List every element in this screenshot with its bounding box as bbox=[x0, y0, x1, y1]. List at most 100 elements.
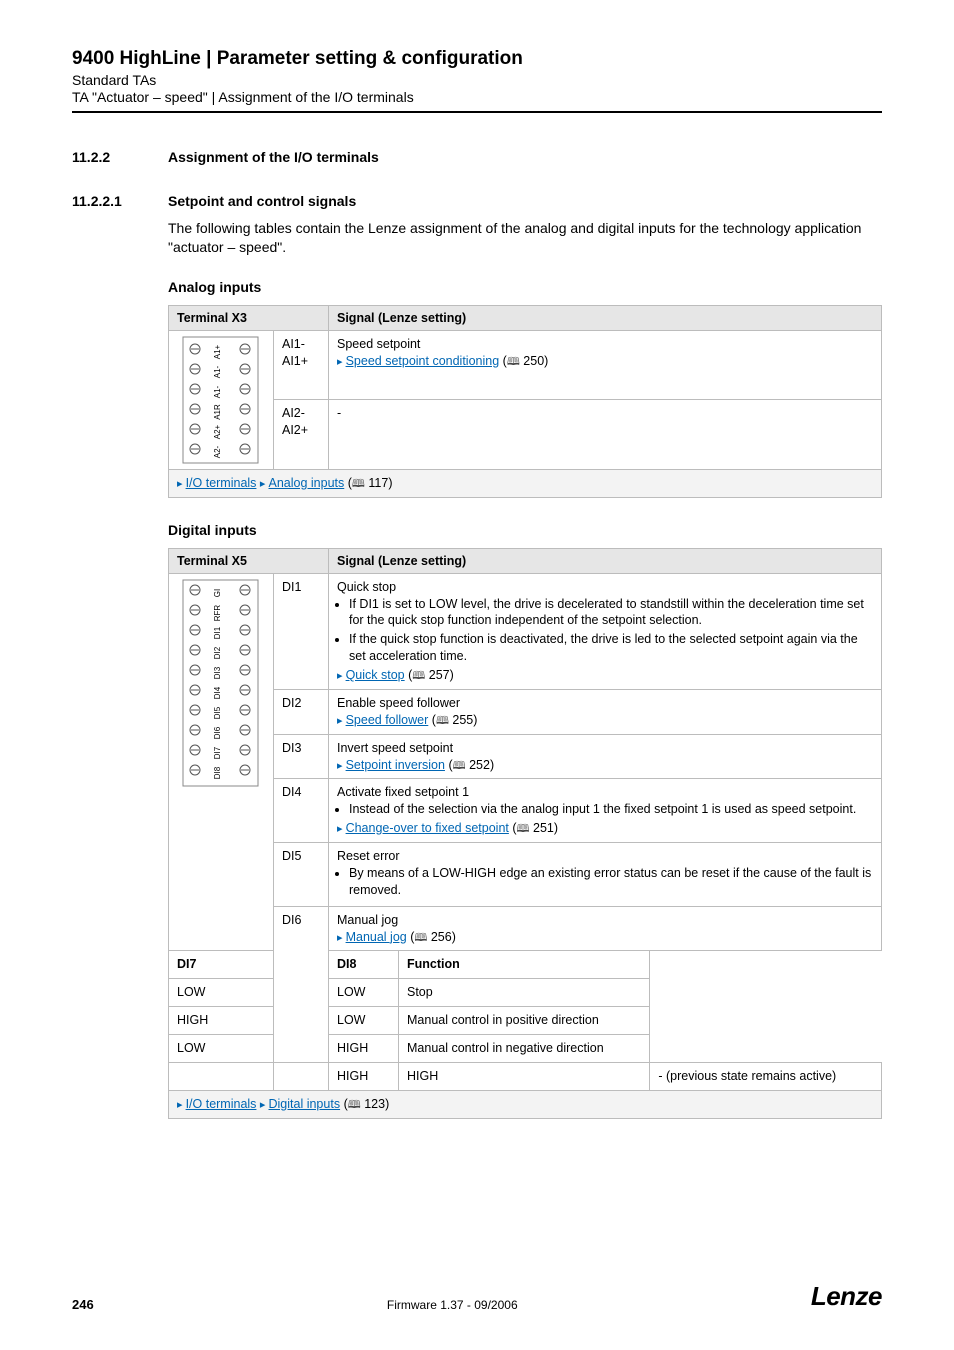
svg-text:DI6: DI6 bbox=[213, 726, 222, 739]
nested-cell: Stop bbox=[399, 979, 650, 1007]
analog-col2-header: Signal (Lenze setting) bbox=[329, 305, 882, 330]
di1-bullet: If the quick stop function is deactivate… bbox=[349, 631, 873, 665]
di2-label: DI2 bbox=[274, 689, 329, 734]
di4-signal: Activate fixed setpoint 1 Instead of the… bbox=[329, 779, 882, 843]
analog-terminal-diagram: A1+ A1- A1- A1R A2+ A2- bbox=[169, 330, 274, 469]
section-title: Assignment of the I/O terminals bbox=[168, 149, 379, 165]
svg-text:DI2: DI2 bbox=[213, 646, 222, 659]
page-ref: ( 251) bbox=[512, 821, 558, 835]
svg-text:A1-: A1- bbox=[213, 385, 222, 398]
svg-text:DI1: DI1 bbox=[213, 626, 222, 639]
analog-row-label: AI1- AI1+ bbox=[274, 330, 329, 400]
nested-cell: LOW bbox=[329, 979, 399, 1007]
arrow-icon: ▸ bbox=[337, 715, 346, 727]
nested-cell: HIGH bbox=[169, 1007, 274, 1035]
svg-text:GI: GI bbox=[213, 588, 222, 596]
di1-bullet: If DI1 is set to LOW level, the drive is… bbox=[349, 596, 873, 630]
arrow-icon: ▸ bbox=[177, 1099, 186, 1111]
nested-cell: LOW bbox=[169, 1035, 274, 1063]
subsection-number: 11.2.2.1 bbox=[72, 193, 168, 209]
di6-signal: Manual jog ▸ Manual jog ( 256) bbox=[329, 906, 882, 951]
intro-paragraph: The following tables contain the Lenze a… bbox=[168, 219, 882, 257]
footer-center: Firmware 1.37 - 09/2006 bbox=[387, 1298, 518, 1312]
io-terminals-link[interactable]: I/O terminals bbox=[186, 1097, 257, 1111]
nested-cell: LOW bbox=[169, 979, 274, 1007]
nested-cell: Manual control in negative direction bbox=[399, 1035, 650, 1063]
svg-text:A1-: A1- bbox=[213, 365, 222, 378]
svg-text:RFR: RFR bbox=[213, 604, 222, 621]
speed-follower-link[interactable]: Speed follower bbox=[346, 713, 429, 727]
di5-label: DI5 bbox=[274, 843, 329, 907]
di4-title: Activate fixed setpoint 1 bbox=[337, 785, 469, 799]
svg-text:DI5: DI5 bbox=[213, 706, 222, 719]
analog-row-signal: Speed setpoint ▸ Speed setpoint conditio… bbox=[329, 330, 882, 400]
nested-cell: Manual control in positive direction bbox=[399, 1007, 650, 1035]
di3-signal: Invert speed setpoint ▸ Setpoint inversi… bbox=[329, 734, 882, 779]
subsection-title: Setpoint and control signals bbox=[168, 193, 356, 209]
page-ref: ( 256) bbox=[410, 930, 456, 944]
di1-signal: Quick stop If DI1 is set to LOW level, t… bbox=[329, 573, 882, 689]
change-over-fixed-setpoint-link[interactable]: Change-over to fixed setpoint bbox=[346, 821, 509, 835]
di1-title: Quick stop bbox=[337, 580, 396, 594]
di3-title: Invert speed setpoint bbox=[337, 741, 453, 755]
svg-text:DI3: DI3 bbox=[213, 666, 222, 679]
di5-title: Reset error bbox=[337, 849, 400, 863]
nested-cell: LOW bbox=[329, 1007, 399, 1035]
analog-inputs-link[interactable]: Analog inputs bbox=[269, 476, 345, 490]
arrow-icon: ▸ bbox=[260, 478, 269, 490]
arrow-icon: ▸ bbox=[337, 760, 346, 772]
digital-table: Terminal X5 Signal (Lenze setting) GIRFR… bbox=[168, 548, 882, 1119]
analog-row-signal: - bbox=[329, 400, 882, 470]
analog-table: Terminal X3 Signal (Lenze setting) A1+A1… bbox=[168, 305, 882, 498]
di6-label: DI6 bbox=[274, 906, 329, 1062]
nested-header-di8: DI8 bbox=[329, 951, 399, 979]
page-ref: ( 123) bbox=[344, 1097, 390, 1111]
nested-cell: HIGH bbox=[399, 1062, 650, 1090]
header-divider bbox=[72, 111, 882, 113]
arrow-icon: ▸ bbox=[177, 478, 186, 490]
page-title: 9400 HighLine | Parameter setting & conf… bbox=[72, 48, 882, 70]
page-ref: ( 250) bbox=[503, 354, 549, 368]
quick-stop-link[interactable]: Quick stop bbox=[346, 668, 405, 682]
svg-text:A1R: A1R bbox=[213, 404, 222, 420]
di1-label: DI1 bbox=[274, 573, 329, 689]
svg-text:DI7: DI7 bbox=[213, 746, 222, 759]
arrow-icon: ▸ bbox=[337, 932, 346, 944]
speed-setpoint-conditioning-link[interactable]: Speed setpoint conditioning bbox=[346, 354, 500, 368]
io-terminals-link[interactable]: I/O terminals bbox=[186, 476, 257, 490]
svg-text:A2+: A2+ bbox=[213, 424, 222, 439]
svg-text:DI4: DI4 bbox=[213, 686, 222, 699]
breadcrumb-line1: Standard TAs bbox=[72, 72, 882, 88]
lenze-logo: Lenze bbox=[811, 1281, 882, 1312]
analog-heading: Analog inputs bbox=[168, 279, 882, 295]
analog-col1-header: Terminal X3 bbox=[169, 305, 329, 330]
svg-text:A1+: A1+ bbox=[213, 344, 222, 359]
arrow-icon: ▸ bbox=[260, 1099, 269, 1111]
svg-text:A2-: A2- bbox=[213, 445, 222, 458]
section-number: 11.2.2 bbox=[72, 149, 168, 165]
analog-row-label: AI2- AI2+ bbox=[274, 400, 329, 470]
svg-text:DI8: DI8 bbox=[213, 766, 222, 779]
page-number: 246 bbox=[72, 1297, 94, 1312]
nested-cell: HIGH bbox=[329, 1035, 399, 1063]
nested-cell: HIGH bbox=[329, 1062, 399, 1090]
table-row: HIGH HIGH - (previous state remains acti… bbox=[169, 1062, 882, 1090]
analog-signal-text: Speed setpoint bbox=[337, 337, 420, 351]
page-ref: ( 257) bbox=[408, 668, 454, 682]
di2-signal: Enable speed follower ▸ Speed follower (… bbox=[329, 689, 882, 734]
digital-footer-links: ▸ I/O terminals ▸ Digital inputs ( 123) bbox=[169, 1090, 882, 1118]
digital-terminal-diagram: GI RFR DI1 DI2 DI3 DI4 DI5 DI6 DI7 DI8 bbox=[169, 573, 274, 951]
analog-footer-links: ▸ I/O terminals ▸ Analog inputs ( 117) bbox=[169, 469, 882, 497]
arrow-icon: ▸ bbox=[337, 823, 346, 835]
page-ref: ( 255) bbox=[432, 713, 478, 727]
nested-cell: - (previous state remains active) bbox=[650, 1062, 882, 1090]
di5-signal: Reset error By means of a LOW-HIGH edge … bbox=[329, 843, 882, 907]
page-ref: ( 117) bbox=[348, 476, 393, 490]
di3-label: DI3 bbox=[274, 734, 329, 779]
di6-title: Manual jog bbox=[337, 913, 398, 927]
manual-jog-link[interactable]: Manual jog bbox=[346, 930, 407, 944]
setpoint-inversion-link[interactable]: Setpoint inversion bbox=[346, 758, 445, 772]
digital-col2-header: Signal (Lenze setting) bbox=[329, 548, 882, 573]
breadcrumb-line2: TA "Actuator – speed" | Assignment of th… bbox=[72, 89, 882, 105]
digital-inputs-link[interactable]: Digital inputs bbox=[269, 1097, 341, 1111]
